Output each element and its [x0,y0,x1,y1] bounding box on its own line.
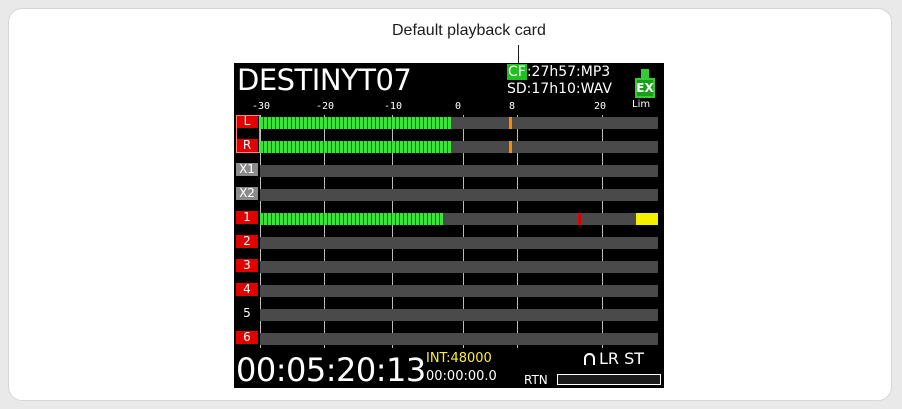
scale-tick-label: 0 [455,101,462,112]
level-meter [260,189,658,201]
take-name: DESTINYT07 [237,63,412,97]
channel-row: X1 [234,163,664,177]
level-meter [260,141,658,153]
battery-cap [641,69,649,78]
card-status-sd: SD:17h10:WAV [507,81,612,97]
return-meter [557,374,661,385]
scale-tick-label: 20 [594,101,607,112]
level-meter [260,213,658,225]
channel-label[interactable]: 6 [236,331,258,344]
battery-icon: EX [635,78,655,98]
callout-label: Default playback card [392,22,546,39]
channel-label[interactable]: 5 [236,307,258,320]
level-fill [260,213,443,225]
channel-row: 3 [234,259,664,273]
lr-selection-frame [236,115,260,153]
limiter-label: Lim [632,99,651,110]
channel-label[interactable]: 3 [236,259,258,272]
monitor-mode: LR ST [599,349,645,368]
clip-indicator [636,213,658,225]
channel-label[interactable]: 4 [236,283,258,296]
level-fill [260,141,451,153]
monitor-status: LR ST [584,349,644,368]
peak-hold-marker [509,117,512,129]
channel-label[interactable]: X1 [236,163,258,176]
channel-label[interactable]: 2 [236,235,258,248]
level-meter [260,285,658,297]
scale-tick-label: 8 [509,101,516,112]
level-meter [260,261,658,273]
default-card-tag: CF [507,64,527,80]
level-meter [260,165,658,177]
channel-row: 4 [234,283,664,297]
recorder-screen: DESTINYT07 CF:27h57:MP3 SD:17h10:WAV EX … [234,63,664,388]
level-meter [260,333,658,345]
channel-row: R [234,139,664,153]
return-label: RTN [524,373,548,387]
channel-label[interactable]: 1 [236,211,258,224]
level-meter [260,117,658,129]
channel-row: 2 [234,235,664,249]
channel-label[interactable]: X2 [236,187,258,200]
level-meter [260,237,658,249]
channel-row: 5 [234,307,664,321]
card-cf-info: :27h57:MP3 [526,64,611,80]
scale-tick-label: -20 [316,101,335,112]
channel-row: 6 [234,331,664,345]
elapsed-time: 00:00:00.0 [426,369,497,384]
peak-hold-marker [509,141,512,153]
channel-row: L [234,115,664,129]
peak-hold-marker [578,213,581,225]
level-meter [260,309,658,321]
scale-tick-label: -10 [384,101,403,112]
callout-pointer [518,45,519,64]
channel-meters: L R X1 X2 1 2 3 4 5 6 [234,115,664,348]
scale-tick-label: -30 [252,101,271,112]
level-fill [260,117,451,129]
channel-row: 1 [234,211,664,225]
card-status-cf: CF:27h57:MP3 [507,64,610,80]
sample-rate: INT:48000 [426,351,492,366]
headphone-icon [584,352,595,365]
timecode-display: 00:05:20:13 [236,351,426,388]
channel-row: X2 [234,187,664,201]
